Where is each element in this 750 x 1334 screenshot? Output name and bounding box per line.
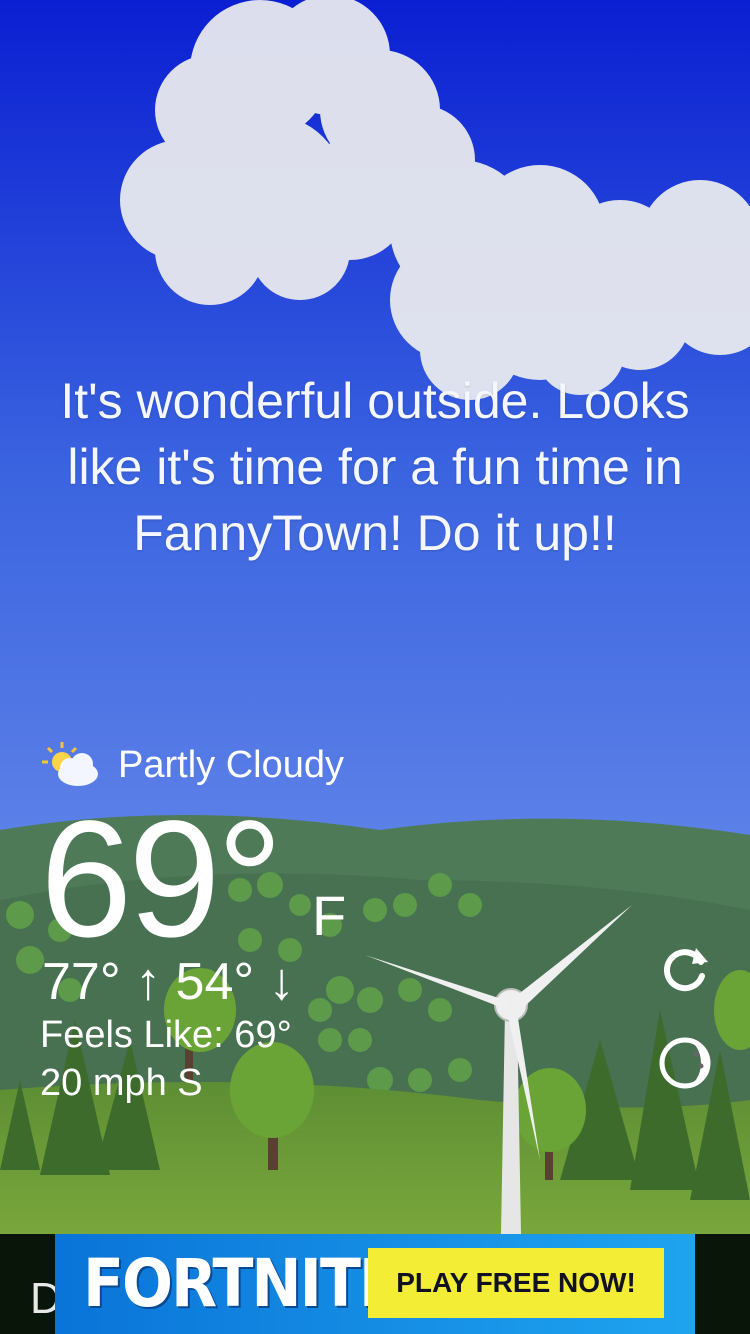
wind-speed: 20 mph S bbox=[40, 1062, 203, 1104]
moon-icon[interactable] bbox=[656, 1034, 714, 1092]
weather-scene bbox=[0, 0, 750, 1334]
partly-cloudy-icon bbox=[42, 742, 98, 786]
weather-message: It's wonderful outside. Looks like it's … bbox=[60, 373, 690, 561]
refresh-icon[interactable] bbox=[656, 940, 714, 998]
ad-cta-button[interactable]: PLAY FREE NOW! bbox=[368, 1248, 664, 1318]
high-low-temperature: 77° ↑ 54° ↓ bbox=[42, 953, 295, 1011]
temperature-unit: F bbox=[312, 884, 347, 947]
condition-label: Partly Cloudy bbox=[118, 743, 344, 786]
condition-row: Partly Cloudy bbox=[40, 735, 344, 795]
ad-brand: FORTNITE bbox=[83, 1245, 400, 1323]
ad-banner[interactable]: FORTNITE PLAY FREE NOW! bbox=[55, 1234, 695, 1334]
feels-like: Feels Like: 69° bbox=[40, 1014, 292, 1056]
current-temperature: 69° bbox=[40, 787, 283, 972]
